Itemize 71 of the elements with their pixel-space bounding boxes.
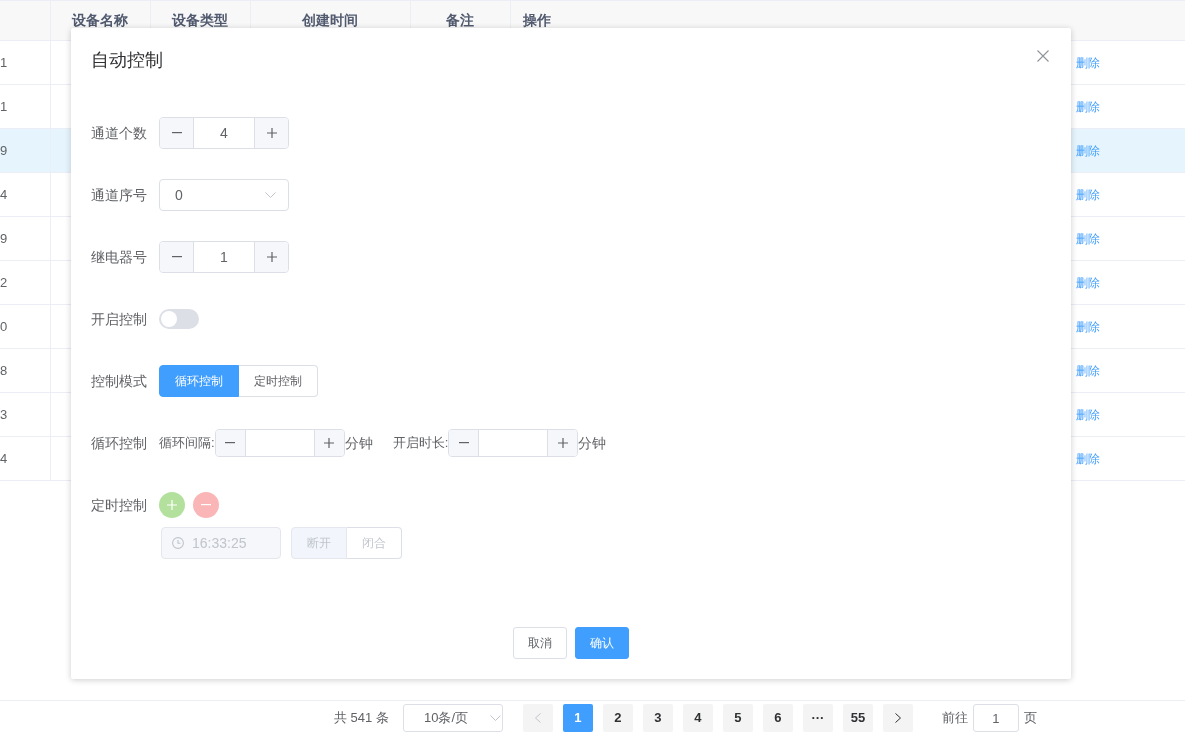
chevron-down-icon	[265, 192, 276, 198]
increment-button[interactable]	[254, 242, 288, 272]
next-page-button[interactable]	[882, 704, 913, 732]
field-label: 通道序号	[91, 185, 148, 205]
page-button[interactable]: ···	[802, 704, 833, 732]
prev-page-button[interactable]	[522, 704, 553, 732]
field-label: 继电器号	[91, 247, 148, 267]
remove-button[interactable]	[193, 492, 219, 518]
radio-button[interactable]: 定时控制	[239, 365, 318, 397]
page-size-select[interactable]: 10条/页	[402, 704, 503, 732]
cancel-button[interactable]: 取消	[513, 627, 567, 659]
number-input[interactable]	[448, 429, 579, 457]
jump-label: 前往	[941, 709, 968, 728]
table-cell: 9	[0, 142, 8, 158]
select-field[interactable]: 0	[159, 179, 289, 211]
field-label: 循环控制	[91, 433, 148, 453]
number-input[interactable]	[214, 429, 345, 457]
minus-icon	[201, 504, 211, 506]
minus-icon	[225, 442, 236, 444]
minus-icon	[458, 442, 469, 444]
unit-label: 分钟	[344, 433, 373, 453]
close-button[interactable]	[1037, 50, 1049, 62]
table-cell: 0	[0, 318, 8, 334]
plus-icon	[266, 128, 277, 138]
field-label: 控制模式	[91, 371, 148, 391]
toggle-switch[interactable]	[159, 309, 199, 329]
field-label: 通道个数	[91, 123, 148, 143]
page-unit-label: 页	[1023, 709, 1037, 728]
table-cell: 3	[0, 406, 8, 422]
decrement-button[interactable]	[449, 430, 480, 456]
input-label: 循环间隔:	[159, 434, 215, 453]
unit-label: 分钟	[578, 433, 607, 453]
increment-button[interactable]	[313, 430, 344, 456]
page-button[interactable]: 2	[602, 704, 633, 732]
page-button[interactable]: 4	[682, 704, 713, 732]
field-label: 开启控制	[91, 309, 148, 329]
page-button[interactable]: 6	[762, 704, 793, 732]
table-cell: 8	[0, 362, 8, 378]
page-button[interactable]: 5	[722, 704, 753, 732]
plus-icon	[557, 438, 568, 448]
plus-icon	[266, 252, 277, 262]
table-cell: 4	[0, 450, 8, 466]
table-cell: 9	[0, 230, 8, 246]
increment-button[interactable]	[254, 118, 288, 148]
increment-button[interactable]	[547, 430, 578, 456]
dialog-title: 自动控制	[91, 49, 163, 72]
page-button[interactable]: 3	[642, 704, 673, 732]
number-input[interactable]: 4	[159, 117, 289, 149]
field-label: 定时控制	[91, 496, 148, 515]
minus-icon	[171, 256, 182, 258]
decrement-button[interactable]	[160, 242, 194, 272]
table-cell: 1	[0, 54, 8, 70]
chevron-right-icon	[894, 713, 901, 723]
number-input[interactable]: 1	[159, 241, 289, 273]
close-icon	[1037, 50, 1049, 62]
clock-icon	[172, 537, 184, 549]
table-cell: 4	[0, 186, 8, 202]
chevron-down-icon	[490, 715, 501, 721]
page-button[interactable]: 55	[842, 704, 873, 732]
input-label: 开启时长:	[392, 434, 449, 453]
plus-icon	[167, 500, 177, 510]
minus-icon	[171, 132, 182, 134]
page-jump-field[interactable]: 1	[972, 704, 1019, 732]
table-cell: 2	[0, 274, 8, 290]
table-cell: 1	[0, 98, 8, 114]
total-count: 共 541 条	[334, 709, 389, 728]
decrement-button[interactable]	[215, 430, 246, 456]
plus-icon	[324, 438, 335, 448]
decrement-button[interactable]	[160, 118, 194, 148]
chevron-left-icon	[534, 713, 541, 723]
add-button[interactable]	[159, 492, 185, 518]
